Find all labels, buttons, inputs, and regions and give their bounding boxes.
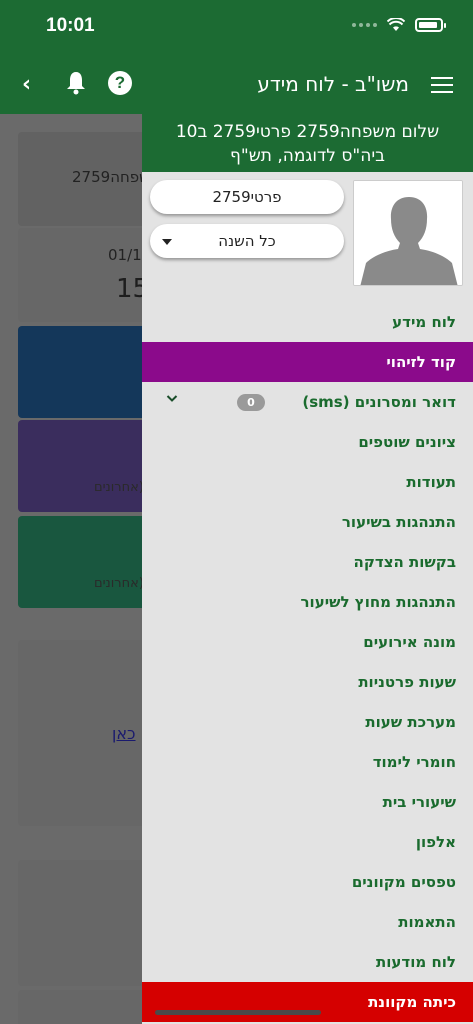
background-link: כאן (112, 724, 136, 743)
menu-item-bulletin-board[interactable]: לוח מודעות (142, 942, 473, 982)
wifi-icon (387, 18, 405, 31)
drawer-menu: לוח מידע קוד לזיהוי דואר ומסרונים (sms) … (142, 302, 473, 1022)
menu-item-homework[interactable]: שיעורי בית (142, 782, 473, 822)
menu-item-label: קוד לזיהוי (386, 353, 456, 371)
menu-item-accommodations[interactable]: התאמות (142, 902, 473, 942)
menu-item-event-counter[interactable]: מונה אירועים (142, 622, 473, 662)
unread-count-badge: 0 (237, 394, 265, 411)
help-icon[interactable]: ? (108, 71, 132, 95)
back-chevron-icon[interactable]: ‹ (22, 74, 31, 96)
navigation-drawer: שלום משפחה2759 פרטי2759 ב10 ביה"ס לדוגמה… (142, 114, 473, 1024)
background-date: 01/1 (108, 246, 142, 264)
menu-item-label: שיעורי בית (382, 793, 456, 811)
menu-item-label: התנהגות בשיעור (341, 513, 456, 531)
menu-item-label: שעות פרטניות (358, 673, 456, 691)
status-icons (352, 18, 446, 32)
menu-item-outside-class-behavior[interactable]: התנהגות מחוץ לשיעור (142, 582, 473, 622)
menu-item-justification-requests[interactable]: בקשות הצדקה (142, 542, 473, 582)
bell-icon[interactable] (64, 70, 88, 96)
menu-item-label: מערכת שעות (365, 713, 456, 731)
hamburger-menu-icon[interactable] (431, 77, 453, 93)
app-bar: משו"ב - לוח מידע ‹ ? (0, 56, 473, 114)
menu-item-class-behavior[interactable]: התנהגות בשיעור (142, 502, 473, 542)
menu-item-online-class[interactable]: כיתה מקוונת (142, 982, 473, 1022)
background-card-text: אחרונים) (94, 576, 144, 591)
home-indicator[interactable] (155, 1010, 321, 1015)
menu-item-contacts[interactable]: אלפון (142, 822, 473, 862)
menu-item-private-hours[interactable]: שעות פרטניות (142, 662, 473, 702)
status-bar: 10:01 (0, 0, 473, 56)
battery-icon (415, 18, 446, 32)
menu-item-label: בקשות הצדקה (353, 553, 456, 571)
menu-item-label: התנהגות מחוץ לשיעור (300, 593, 456, 611)
avatar (353, 180, 463, 286)
menu-item-label: התאמות (398, 913, 456, 931)
menu-item-label: חומרי לימוד (372, 753, 456, 771)
menu-item-label: ציונים שוטפים (358, 433, 456, 451)
greeting-line: שלום משפחה2759 פרטי2759 ב10 (175, 122, 440, 142)
page-title: משו"ב - לוח מידע (257, 72, 409, 96)
menu-item-label: דואר ומסרונים (sms) (302, 393, 456, 411)
user-selector[interactable]: פרטי2759 (150, 180, 344, 214)
year-select-value: כל השנה (218, 232, 276, 250)
caret-down-icon (162, 239, 172, 245)
year-select[interactable]: כל השנה (150, 224, 344, 258)
menu-item-identification-code[interactable]: קוד לזיהוי (142, 342, 473, 382)
menu-item-label: מונה אירועים (363, 633, 456, 651)
drawer-header: שלום משפחה2759 פרטי2759 ב10 ביה"ס לדוגמה… (142, 114, 473, 172)
chevron-down-icon[interactable] (166, 392, 178, 404)
menu-item-label: טפסים מקוונים (351, 873, 456, 891)
status-time: 10:01 (46, 15, 95, 36)
menu-item-label: כיתה מקוונת (368, 993, 456, 1011)
menu-item-label: תעודות (406, 473, 456, 491)
signal-icon (352, 23, 377, 27)
menu-item-mail-sms[interactable]: דואר ומסרונים (sms) 0 (142, 382, 473, 422)
menu-item-online-forms[interactable]: טפסים מקוונים (142, 862, 473, 902)
menu-item-label: לוח מודעות (376, 953, 456, 971)
menu-item-study-materials[interactable]: חומרי לימוד (142, 742, 473, 782)
school-year-line: ביה"ס לדוגמה, תש"ף (230, 146, 385, 166)
menu-item-dashboard[interactable]: לוח מידע (142, 302, 473, 342)
menu-item-label: אלפון (415, 833, 456, 851)
user-silhouette-icon (354, 181, 462, 285)
profile-section: פרטי2759 כל השנה (142, 172, 473, 286)
menu-item-label: לוח מידע (392, 313, 456, 331)
menu-item-current-grades[interactable]: ציונים שוטפים (142, 422, 473, 462)
menu-item-timetable[interactable]: מערכת שעות (142, 702, 473, 742)
menu-item-report-cards[interactable]: תעודות (142, 462, 473, 502)
background-card-text: אחרונים) (94, 480, 144, 495)
